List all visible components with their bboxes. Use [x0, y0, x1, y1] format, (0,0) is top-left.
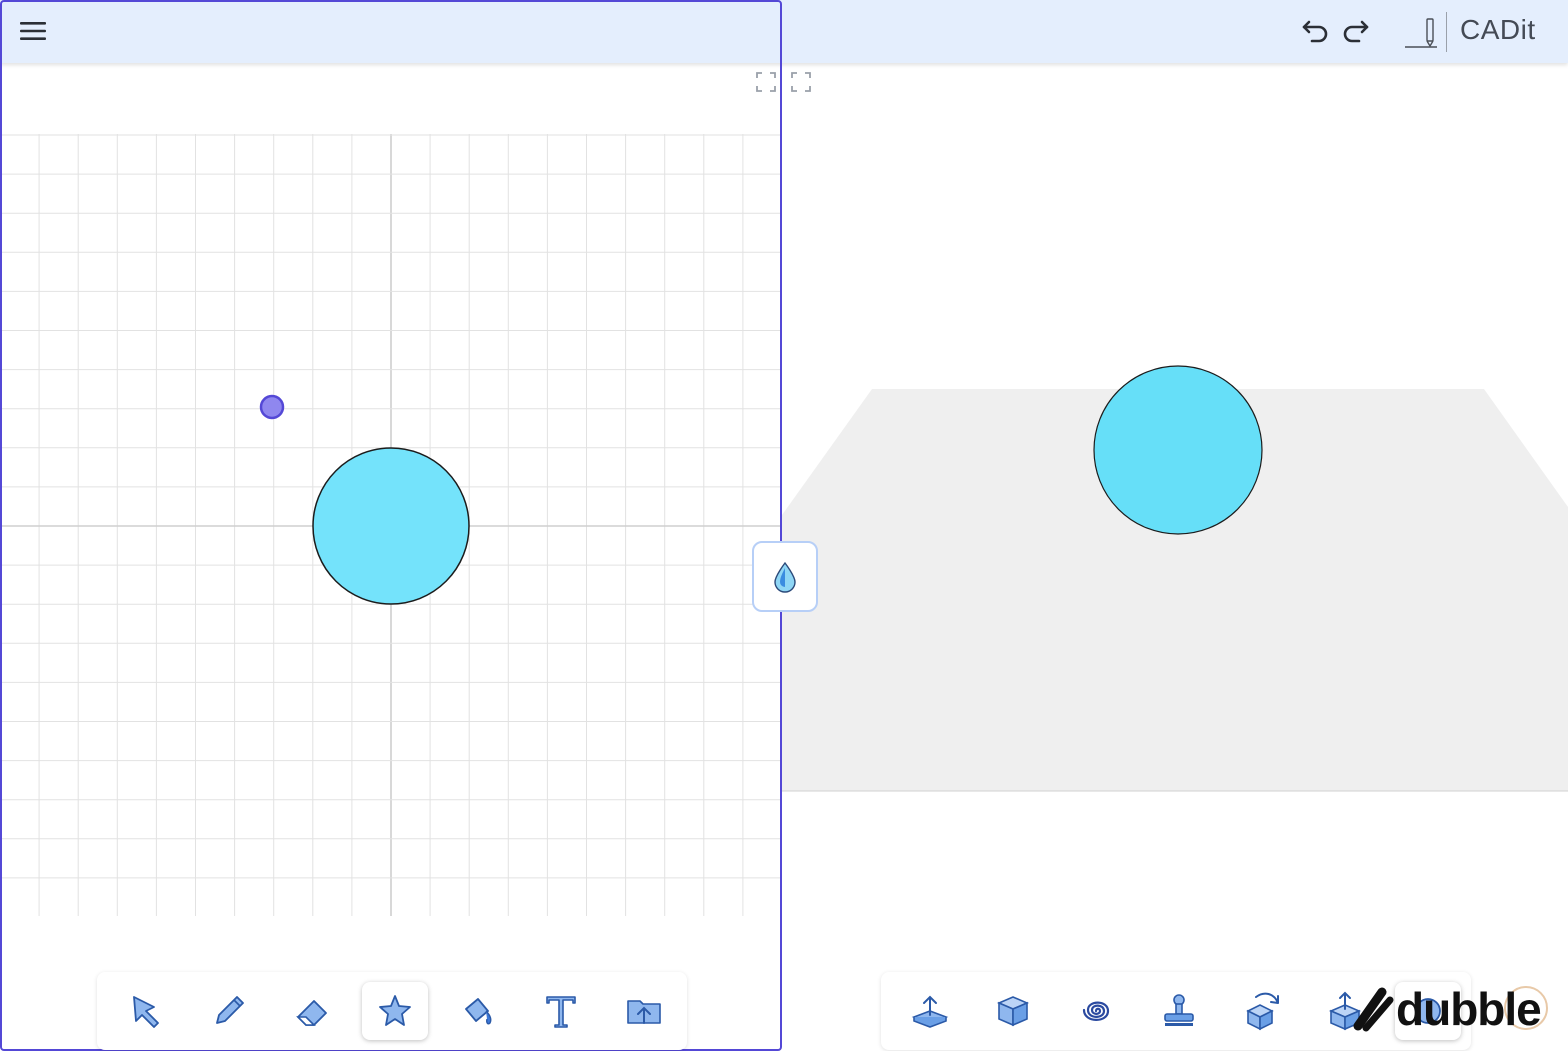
tool-rotate[interactable]: [1229, 982, 1295, 1040]
tool-extrude[interactable]: [897, 982, 963, 1040]
tool-shapes[interactable]: [362, 982, 428, 1040]
app-brand-name: CADit: [1460, 14, 1536, 45]
viewport-3d[interactable]: [782, 63, 1568, 1051]
cursor-arrow-icon: [133, 996, 159, 1028]
tool-stamp[interactable]: [1146, 982, 1212, 1040]
text-icon: [546, 996, 576, 1028]
tool-box[interactable]: [980, 982, 1046, 1040]
tool-spiral[interactable]: [1063, 982, 1129, 1040]
redo-icon[interactable]: [1337, 14, 1373, 48]
expand-corners-icon[interactable]: [755, 71, 777, 93]
splitter-handle[interactable]: [752, 541, 818, 612]
undo-icon[interactable]: [1298, 14, 1334, 48]
extrude-icon: [911, 995, 949, 1028]
cube-icon: [996, 996, 1030, 1027]
brand-divider: [1446, 12, 1447, 52]
folder-upload-icon: [627, 1000, 661, 1024]
tool-import[interactable]: [611, 982, 677, 1040]
pencil-icon: [216, 996, 244, 1024]
eraser-icon: [296, 1000, 327, 1026]
tool-text[interactable]: [528, 982, 594, 1040]
tool-eraser[interactable]: [279, 982, 345, 1040]
stamp-icon: [1164, 994, 1194, 1026]
hamburger-menu-icon[interactable]: [14, 14, 52, 48]
spiral-icon: [1082, 1001, 1110, 1021]
sketch-circle[interactable]: [312, 447, 470, 605]
viewport-circle[interactable]: [1093, 365, 1263, 535]
watermark-text: dubble: [1396, 983, 1542, 1035]
expand-corners-icon[interactable]: [790, 71, 812, 93]
paint-bucket-icon: [465, 998, 492, 1025]
rotate-cube-icon: [1246, 992, 1279, 1031]
pencil-baseline-icon[interactable]: [1402, 12, 1440, 52]
control-point[interactable]: [259, 394, 285, 420]
sketch-toolbar: [97, 972, 687, 1050]
dubble-logo-icon: [1353, 987, 1394, 1032]
tool-select[interactable]: [113, 982, 179, 1040]
tool-pencil[interactable]: [196, 982, 262, 1040]
tool-fill[interactable]: [445, 982, 511, 1040]
star-icon: [379, 995, 411, 1026]
water-drop-icon: [774, 561, 796, 593]
watermark: dubble: [1352, 982, 1542, 1036]
